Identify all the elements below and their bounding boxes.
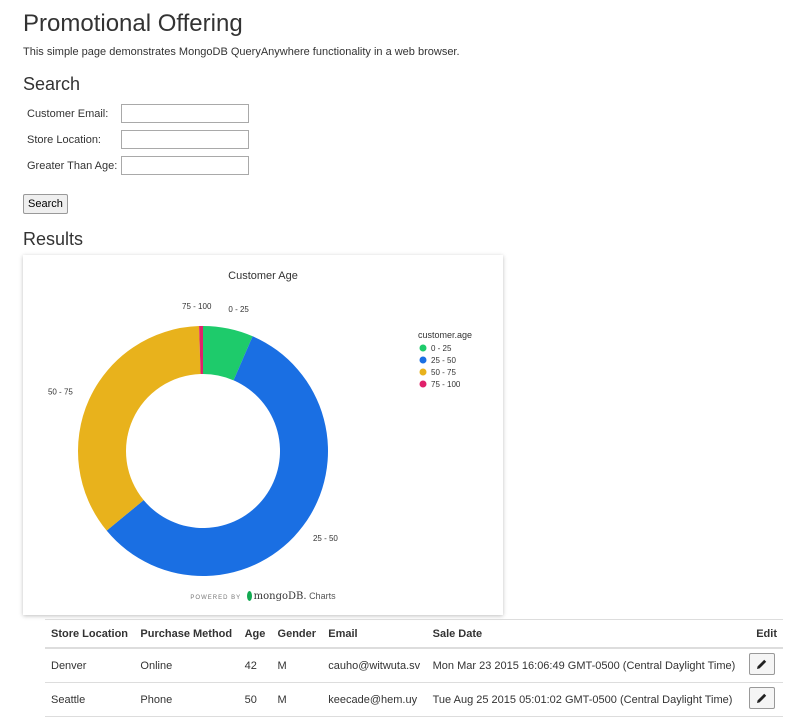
cell-age: 42	[238, 648, 272, 683]
chart-title: Customer Age	[228, 270, 298, 282]
mongodb-leaf-icon	[246, 591, 252, 601]
cell-sale-date: Mon Mar 23 2015 16:06:49 GMT-0500 (Centr…	[426, 648, 743, 683]
legend-item[interactable]: 0 - 25	[431, 344, 452, 353]
greater-than-age-label: Greater Than Age:	[27, 160, 118, 172]
donut-chart-svg: Customer Age 0 - 25 25 - 50 50 - 75 75 - 10…	[48, 270, 472, 576]
store-location-label: Store Location:	[27, 134, 101, 146]
customer-email-input[interactable]	[121, 104, 249, 123]
legend-swatch	[419, 344, 427, 352]
col-gender: Gender	[271, 619, 323, 649]
donut-slices	[77, 326, 328, 576]
legend-swatch	[419, 380, 427, 388]
cell-email: cauho@witwuta.sv	[322, 648, 427, 683]
search-heading: Search	[23, 74, 81, 94]
store-location-input[interactable]	[121, 130, 249, 149]
legend-item[interactable]: 75 - 100	[431, 380, 461, 389]
cell-age: 50	[238, 682, 272, 717]
col-purchase-method: Purchase Method	[134, 619, 239, 649]
slice-label: 0 - 25	[228, 305, 249, 314]
legend-item[interactable]: 25 - 50	[431, 356, 456, 365]
results-table: Store Location Purchase Method Age Gende…	[45, 619, 783, 717]
cell-purchase-method: Online	[134, 648, 239, 683]
customer-age-chart: Customer Age 0 - 25 25 - 50 50 - 75 75 - 10…	[23, 255, 503, 615]
cell-sale-date: Tue Aug 25 2015 05:01:02 GMT-0500 (Centr…	[426, 682, 743, 717]
charts-product: Charts	[309, 591, 336, 601]
cell-store-location: Seattle	[45, 682, 135, 717]
slice-label: 50 - 75	[48, 387, 73, 396]
pencil-icon	[757, 693, 767, 703]
powered-by-label: POWERED BY	[190, 595, 242, 601]
cell-gender: M	[271, 648, 323, 683]
edit-button[interactable]	[749, 653, 775, 675]
donut-slice-50-75[interactable]	[77, 326, 201, 531]
col-age: Age	[238, 619, 272, 649]
page-title: Promotional Offering	[23, 10, 243, 37]
cell-email: keecade@hem.uy	[322, 682, 427, 717]
col-email: Email	[322, 619, 427, 649]
col-edit: Edit	[742, 619, 783, 649]
table-header-row: Store Location Purchase Method Age Gende…	[45, 619, 783, 649]
pencil-icon	[757, 659, 767, 669]
legend-swatch	[419, 368, 427, 376]
cell-edit	[742, 682, 783, 717]
search-button[interactable]: Search	[23, 194, 68, 214]
cell-gender: M	[271, 682, 323, 717]
cell-store-location: Denver	[45, 648, 135, 683]
legend-title: customer.age	[418, 330, 472, 340]
greater-than-age-input[interactable]	[121, 156, 249, 175]
slice-label: 25 - 50	[313, 534, 338, 543]
page-description: This simple page demonstrates MongoDB Qu…	[23, 46, 460, 58]
cell-edit	[742, 648, 783, 683]
results-heading: Results	[23, 229, 84, 249]
customer-email-label: Customer Email:	[27, 108, 109, 120]
legend-item[interactable]: 50 - 75	[431, 368, 456, 377]
cell-purchase-method: Phone	[134, 682, 239, 717]
table-row: Seattle Phone 50 M keecade@hem.uy Tue Au…	[45, 682, 783, 717]
slice-label: 75 - 100	[182, 302, 212, 311]
table-row: Denver Online 42 M cauho@witwuta.sv Mon …	[45, 648, 783, 683]
col-sale-date: Sale Date	[426, 619, 743, 649]
legend-swatch	[419, 356, 427, 364]
chart-legend: 0 - 25 25 - 50 50 - 75 75 - 100	[419, 344, 461, 389]
col-store-location: Store Location	[45, 619, 135, 649]
mongodb-brand: mongoDB.	[253, 591, 307, 602]
chart-footer: POWERED BY mongoDB. Charts	[23, 591, 503, 602]
edit-button[interactable]	[749, 687, 775, 709]
